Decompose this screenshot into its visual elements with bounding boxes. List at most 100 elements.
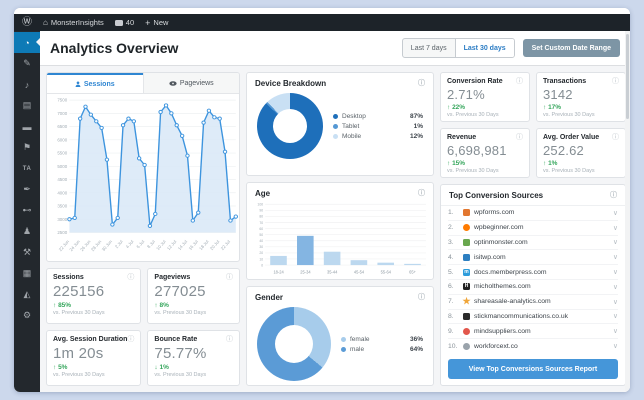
stat-value: 252.62	[543, 143, 584, 158]
tab-sessions[interactable]: Sessions	[47, 73, 143, 93]
source-row[interactable]: 6. H micholthemes.com ∨	[448, 280, 618, 295]
info-icon[interactable]: ⓘ	[612, 78, 619, 85]
chevron-down-icon[interactable]: ∨	[613, 238, 618, 246]
sidebar-item-posts[interactable]: ✎	[14, 53, 40, 74]
chevron-down-icon[interactable]: ∨	[613, 342, 618, 350]
sidebar-item-plugins[interactable]: ⊷	[14, 200, 40, 221]
trend-arrow-icon: ↑	[53, 364, 57, 371]
svg-text:12 Jul: 12 Jul	[166, 239, 178, 251]
source-row[interactable]: 5. m docs.memberpress.com ∨	[448, 265, 618, 280]
chevron-down-icon[interactable]: ∨	[613, 224, 618, 232]
info-icon[interactable]: ⓘ	[516, 78, 523, 85]
gender-panel: Gender ⓘ female 36% male 64%	[246, 286, 434, 386]
chevron-down-icon[interactable]: ∨	[613, 209, 618, 217]
site-name-link[interactable]: ⌂ MonsterInsights	[43, 18, 104, 27]
source-row[interactable]: 7. ★ shareasale-analytics.com ∨	[448, 295, 618, 310]
comments-link[interactable]: 40	[114, 18, 134, 27]
stat-period: vs. Previous 30 Days	[447, 112, 499, 118]
sidebar-item-icon: ♟	[22, 226, 32, 236]
source-rank: 3.	[448, 238, 454, 246]
sidebar-item-comments[interactable]: ▬	[14, 116, 40, 137]
traffic-tabs: Sessions Pageviews	[47, 73, 239, 94]
stat-change: ↑ 1%	[543, 160, 619, 167]
chevron-down-icon[interactable]: ∨	[613, 283, 618, 291]
stat-change-pct: 15%	[452, 160, 466, 167]
sidebar-item-insights[interactable]: ◭	[14, 284, 40, 305]
stat-value: 3142	[543, 87, 573, 102]
sidebar-item-tools[interactable]: ⚒	[14, 242, 40, 263]
sidebar-item-icon: ▤	[22, 100, 32, 110]
stat-title: Revenue	[447, 134, 477, 141]
svg-text:2 Jul: 2 Jul	[114, 239, 124, 249]
stat-title: Conversion Rate	[447, 78, 503, 85]
chevron-down-icon[interactable]: ∨	[613, 298, 618, 306]
stat-change: ↑ 5%	[53, 364, 134, 371]
source-row[interactable]: 3. optinmonster.com ∨	[448, 236, 618, 251]
source-row[interactable]: 1. wpforms.com ∨	[448, 206, 618, 221]
source-row[interactable]: 10. workforcext.co ∨	[448, 339, 618, 353]
info-icon[interactable]: ⓘ	[612, 134, 619, 141]
info-icon[interactable]: ⓘ	[610, 192, 617, 199]
svg-text:60: 60	[259, 227, 263, 231]
sidebar-item-dashboard[interactable]: ◔	[14, 32, 40, 53]
source-row[interactable]: 8. stickmancommunications.co.uk ∨	[448, 310, 618, 325]
source-row[interactable]: 2. wpbeginner.com ∨	[448, 221, 618, 236]
info-icon[interactable]: ⓘ	[418, 190, 425, 197]
chevron-down-icon[interactable]: ∨	[613, 312, 618, 320]
source-row[interactable]: 4. isitwp.com ∨	[448, 250, 618, 266]
last-30-days-button[interactable]: Last 30 days	[454, 39, 514, 57]
sidebar-item-icon: ✎	[23, 58, 31, 68]
stat-change: ↓ 1%	[154, 364, 233, 371]
sidebar-item-users[interactable]: ♟	[14, 221, 40, 242]
stat-period: vs. Previous 30 Days	[543, 168, 595, 174]
wp-logo-menu[interactable]: Ⓦ	[22, 17, 32, 28]
chevron-down-icon[interactable]: ∨	[613, 253, 618, 261]
info-icon[interactable]: ⓘ	[516, 134, 523, 141]
stat-change: ↑ 22%	[447, 104, 523, 111]
set-custom-date-range-button[interactable]: Set Custom Date Range	[522, 39, 620, 57]
info-icon[interactable]: ⓘ	[127, 336, 134, 343]
sidebar-item-options[interactable]: ⚙	[14, 305, 40, 326]
source-rank: 5.	[448, 268, 454, 276]
scrollbar-thumb[interactable]	[626, 34, 629, 119]
svg-text:3000: 3000	[57, 217, 68, 222]
sidebar-item-text-tool[interactable]: TA	[14, 158, 40, 179]
svg-text:30 Jun: 30 Jun	[101, 239, 114, 252]
source-rank: 2.	[448, 224, 454, 232]
svg-text:18 Jul: 18 Jul	[198, 239, 210, 251]
svg-text:7000: 7000	[57, 111, 68, 116]
stat-period: vs. Previous 30 Days	[543, 112, 595, 118]
sidebar-item-media[interactable]: ♪	[14, 74, 40, 95]
sidebar-item-feedback[interactable]: ⚑	[14, 137, 40, 158]
stat-value: 75.77%	[154, 345, 207, 362]
sidebar-item-settings[interactable]: ▦	[14, 263, 40, 284]
sidebar-item-icon: ⚒	[22, 247, 32, 257]
scrollbar[interactable]	[625, 31, 630, 392]
new-content-link[interactable]: + New	[145, 18, 168, 28]
chevron-down-icon[interactable]: ∨	[613, 327, 618, 335]
site-name: MonsterInsights	[50, 18, 104, 27]
stat-change: ↑ 17%	[543, 104, 619, 111]
device-breakdown-panel: Device Breakdown ⓘ Desktop 87% Tablet 1% Mo…	[246, 72, 434, 176]
info-icon[interactable]: ⓘ	[418, 80, 425, 87]
legend-dot	[341, 346, 346, 352]
svg-text:45-54: 45-54	[354, 270, 365, 275]
info-icon[interactable]: ⓘ	[127, 274, 134, 281]
svg-text:6500: 6500	[57, 124, 68, 129]
sidebar-item-appearance[interactable]: ✒	[14, 179, 40, 200]
info-icon[interactable]: ⓘ	[226, 336, 233, 343]
trend-arrow-icon: ↑	[154, 302, 158, 309]
info-icon[interactable]: ⓘ	[418, 294, 425, 301]
source-row[interactable]: 9. mindsuppliers.com ∨	[448, 324, 618, 340]
tab-pageviews[interactable]: Pageviews	[142, 73, 239, 93]
main-content: Analytics Overview Last 7 days Last 30 d…	[40, 31, 630, 392]
stat-period: vs. Previous 30 Days	[154, 310, 207, 316]
view-sources-report-button[interactable]: View Top Conversions Sources Report	[448, 359, 618, 379]
last-7-days-button[interactable]: Last 7 days	[403, 39, 455, 57]
sources-list: 1. wpforms.com ∨ 2. wpbeginner.com ∨ 3. …	[441, 206, 625, 353]
trend-arrow-icon: ↓	[154, 364, 158, 371]
svg-text:18-24: 18-24	[273, 270, 284, 275]
sidebar-item-pages[interactable]: ▤	[14, 95, 40, 116]
info-icon[interactable]: ⓘ	[226, 274, 233, 281]
chevron-down-icon[interactable]: ∨	[613, 268, 618, 276]
